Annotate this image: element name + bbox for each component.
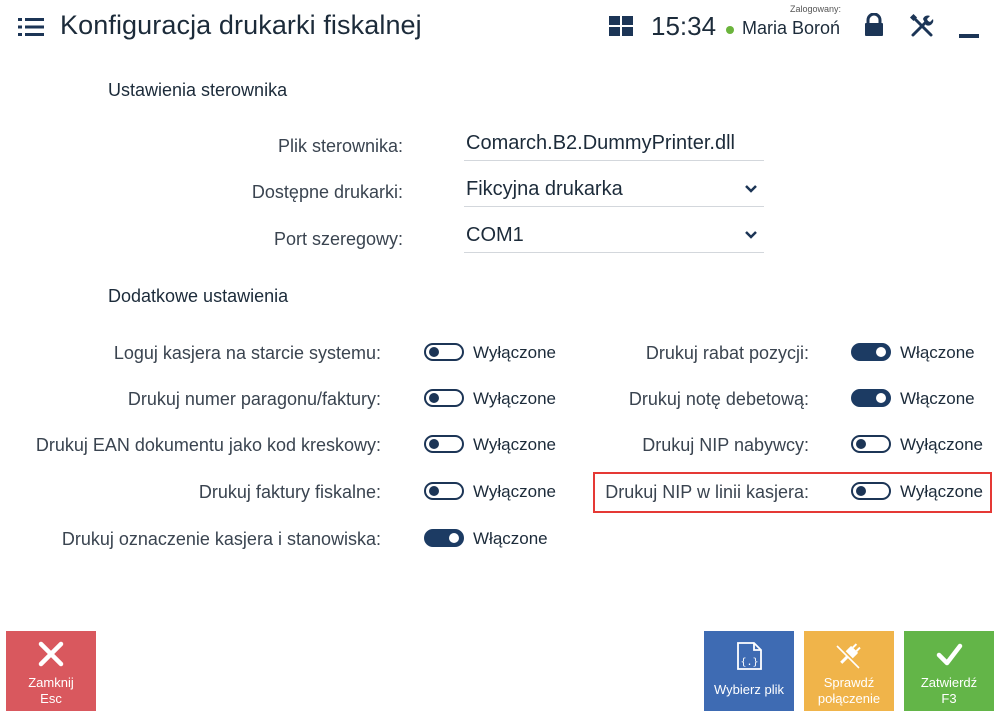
- check-connection-label1: Sprawdź: [823, 675, 875, 690]
- tools-icon[interactable]: [909, 13, 935, 39]
- check-connection-button[interactable]: Sprawdź połączenie: [804, 631, 894, 711]
- toggle-log-cashier[interactable]: [424, 343, 464, 361]
- driver-file-label: Plik sterownika:: [277, 136, 403, 156]
- toggle-state: Wyłączone: [900, 482, 983, 501]
- check-icon: [936, 643, 963, 666]
- toggle-nip-cashier-line[interactable]: [851, 482, 891, 500]
- choose-file-button[interactable]: {.} Wybierz plik: [704, 631, 794, 711]
- toggle-state: Wyłączone: [473, 435, 556, 454]
- file-code-icon: {.}: [737, 642, 762, 670]
- close-button-shortcut: Esc: [40, 691, 62, 706]
- toggle-state: Wyłączone: [473, 343, 556, 362]
- lock-icon[interactable]: [862, 13, 886, 37]
- svg-text:{.}: {.}: [740, 657, 758, 668]
- setting-label: Drukuj oznaczenie kasjera i stanowiska:: [61, 529, 381, 549]
- printers-label: Dostępne drukarki:: [251, 182, 403, 202]
- setting-label: Drukuj rabat pozycji:: [645, 343, 809, 363]
- close-icon: [38, 641, 64, 667]
- setting-label: Drukuj faktury fiskalne:: [198, 482, 381, 502]
- check-connection-label2: połączenie: [817, 691, 881, 706]
- page-title: Konfiguracja drukarki fiskalnej: [60, 10, 422, 40]
- toggle-print-ean[interactable]: [424, 435, 464, 453]
- driver-file-value: Comarch.B2.DummyPrinter.dll: [466, 132, 735, 154]
- serial-port-value: COM1: [466, 224, 524, 246]
- online-status-dot: [726, 26, 734, 34]
- setting-label: Loguj kasjera na starcie systemu:: [113, 343, 381, 363]
- choose-file-label: Wybierz plik: [714, 682, 784, 697]
- toggle-state: Włączone: [900, 343, 975, 362]
- printers-select[interactable]: Fikcyjna drukarka: [464, 176, 764, 207]
- setting-label: Drukuj EAN dokumentu jako kod kreskowy:: [35, 435, 381, 455]
- toggle-state: Włączone: [473, 529, 548, 548]
- confirm-label: Zatwierdź: [920, 675, 978, 690]
- toggle-state: Wyłączone: [900, 435, 983, 454]
- toggle-state: Włączone: [900, 389, 975, 408]
- toggle-state: Wyłączone: [473, 389, 556, 408]
- toggle-debit-note[interactable]: [851, 389, 891, 407]
- driver-section-title: Ustawienia sterownika: [108, 80, 288, 100]
- driver-file-field[interactable]: Comarch.B2.DummyPrinter.dll: [464, 130, 764, 161]
- printers-value: Fikcyjna drukarka: [466, 178, 623, 200]
- close-button[interactable]: Zamknij Esc: [6, 631, 96, 711]
- toggle-state: Wyłączone: [473, 482, 556, 501]
- clock: 15:34: [651, 11, 717, 41]
- logged-caption: Zalogowany:: [790, 4, 842, 14]
- setting-label: Drukuj NIP w linii kasjera:: [605, 482, 809, 502]
- toggle-cashier-station[interactable]: [424, 529, 464, 547]
- setting-label: Drukuj notę debetową:: [628, 389, 809, 409]
- user-name[interactable]: Maria Boroń: [742, 18, 840, 39]
- chevron-down-icon: [745, 185, 757, 193]
- setting-label: Drukuj numer paragonu/faktury:: [127, 389, 381, 409]
- menu-icon[interactable]: [18, 17, 44, 37]
- serial-port-select[interactable]: COM1: [464, 222, 764, 253]
- chevron-down-icon: [745, 231, 757, 239]
- plug-icon: [836, 643, 861, 669]
- grid-icon[interactable]: [609, 16, 633, 36]
- extra-section-title: Dodatkowe ustawienia: [108, 286, 289, 306]
- toggle-buyer-nip[interactable]: [851, 435, 891, 453]
- setting-label: Drukuj NIP nabywcy:: [642, 435, 809, 455]
- close-button-label: Zamknij: [28, 675, 74, 690]
- confirm-button[interactable]: Zatwierdź F3: [904, 631, 994, 711]
- toggle-fiscal-invoices[interactable]: [424, 482, 464, 500]
- toggle-print-number[interactable]: [424, 389, 464, 407]
- confirm-shortcut: F3: [941, 691, 957, 706]
- toggle-item-discount[interactable]: [851, 343, 891, 361]
- minimize-icon[interactable]: [959, 34, 979, 38]
- serial-port-label: Port szeregowy:: [273, 229, 403, 249]
